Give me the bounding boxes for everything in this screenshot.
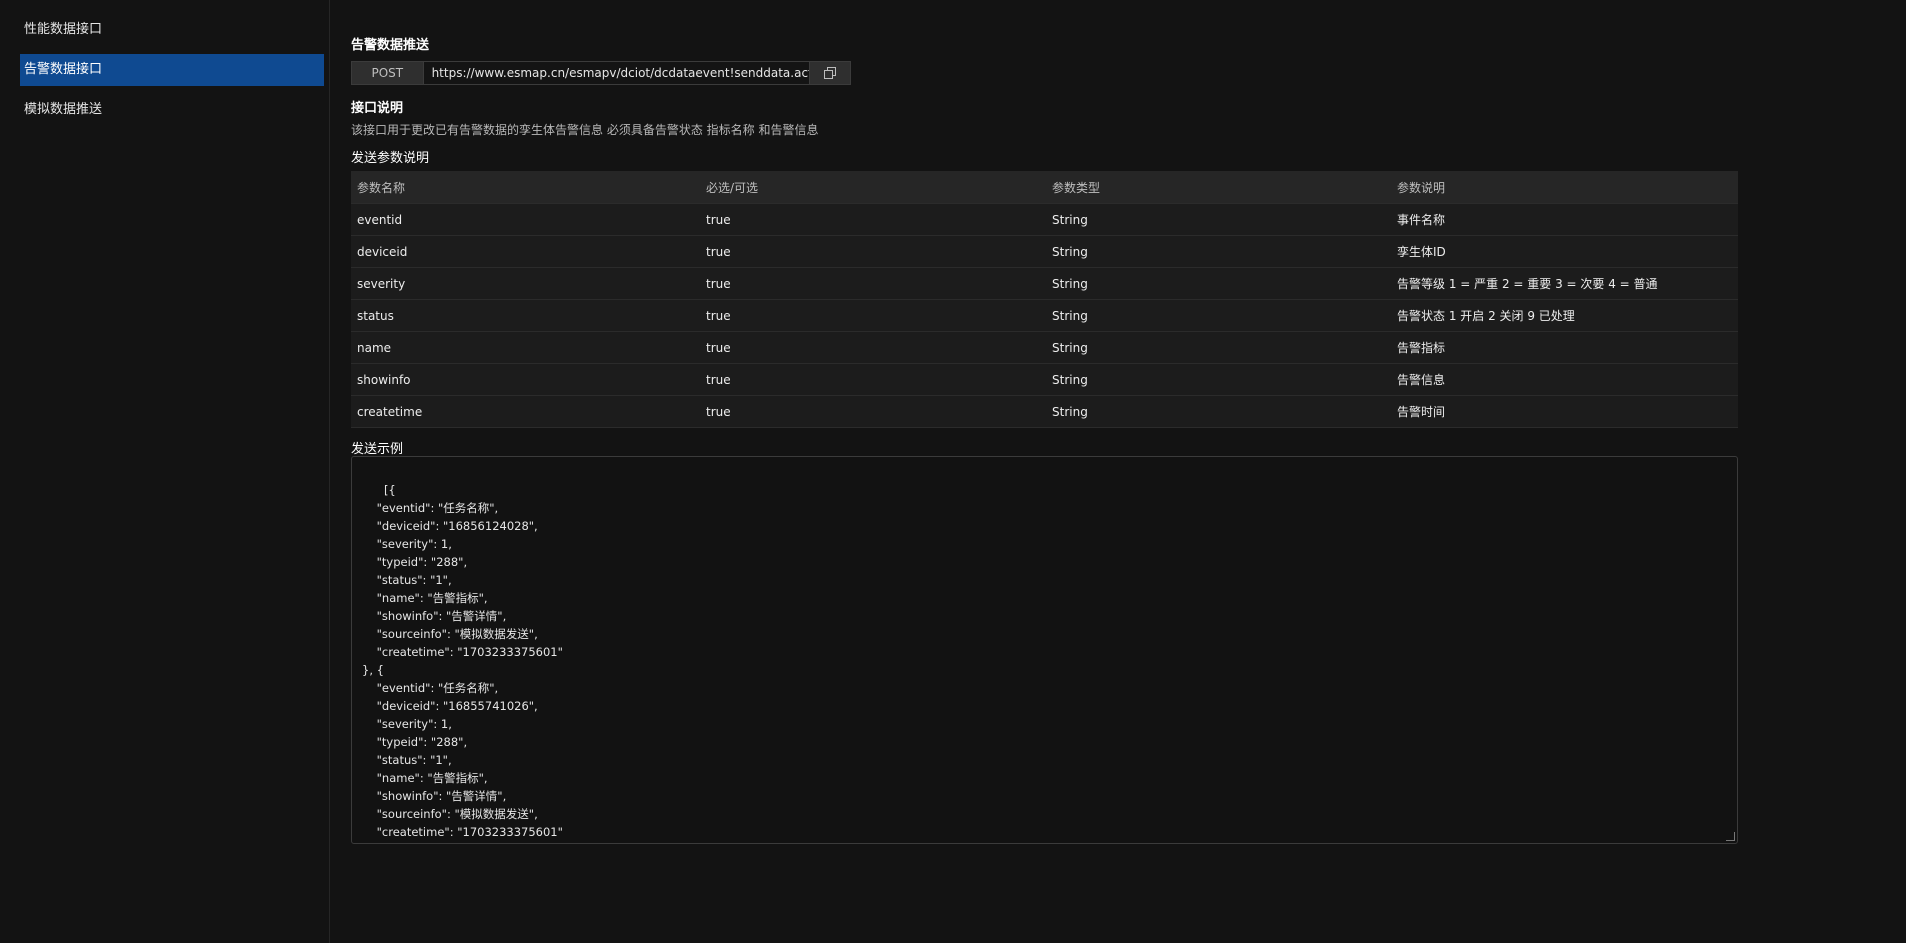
table-row: eventid true String 事件名称 [351,203,1738,236]
endpoint-url[interactable]: https://www.esmap.cn/esmapv/dciot/dcdata… [423,62,810,84]
cell-param-desc: 告警状态 1 开启 2 关闭 9 已处理 [1391,299,1738,332]
params-table: 参数名称 必选/可选 参数类型 参数说明 eventid true String… [351,171,1738,428]
header-param-desc: 参数说明 [1391,171,1738,204]
cell-param-type: String [1046,331,1391,364]
app-root: 性能数据接口 告警数据接口 模拟数据推送 告警数据推送 POST https:/… [0,0,1906,943]
http-method-badge: POST [352,62,424,84]
example-code-text: [{ "eventid": "任务名称", "deviceid": "16856… [362,483,563,839]
example-title: 发送示例 [351,442,404,457]
cell-required: true [700,299,1046,332]
table-row: showinfo true String 告警信息 [351,363,1738,396]
cell-required: true [700,235,1046,268]
example-code-textarea[interactable]: [{ "eventid": "任务名称", "deviceid": "16856… [351,456,1738,844]
cell-required: true [700,395,1046,428]
params-title: 发送参数说明 [351,151,430,166]
sidebar-item-performance-api[interactable]: 性能数据接口 [20,14,324,46]
table-header-row: 参数名称 必选/可选 参数类型 参数说明 [351,171,1738,204]
cell-param-type: String [1046,363,1391,396]
cell-required: true [700,267,1046,300]
cell-param-type: String [1046,235,1391,268]
cell-param-name: name [351,331,700,364]
cell-param-desc: 告警等级 1 = 严重 2 = 重要 3 = 次要 4 = 普通 [1391,267,1738,300]
cell-param-desc: 告警信息 [1391,363,1738,396]
cell-param-type: String [1046,395,1391,428]
page-title: 告警数据推送 [351,38,430,53]
header-param-type: 参数类型 [1046,171,1391,204]
cell-param-desc: 事件名称 [1391,203,1738,236]
table-row: createtime true String 告警时间 [351,395,1738,428]
sidebar-item-mock-push[interactable]: 模拟数据推送 [20,94,324,126]
cell-required: true [700,203,1046,236]
cell-param-name: showinfo [351,363,700,396]
cell-param-desc: 告警时间 [1391,395,1738,428]
sidebar: 性能数据接口 告警数据接口 模拟数据推送 [0,0,330,943]
cell-param-desc: 告警指标 [1391,331,1738,364]
table-row: name true String 告警指标 [351,331,1738,364]
table-row: severity true String 告警等级 1 = 严重 2 = 重要 … [351,267,1738,300]
cell-param-type: String [1046,203,1391,236]
cell-required: true [700,363,1046,396]
cell-param-desc: 孪生体ID [1391,235,1738,268]
cell-param-type: String [1046,299,1391,332]
main-content: 告警数据推送 POST https://www.esmap.cn/esmapv/… [351,0,1741,943]
cell-param-name: eventid [351,203,700,236]
description-text: 该接口用于更改已有告警数据的孪生体告警信息 必须具备告警状态 指标名称 和告警信… [351,123,819,137]
endpoint-bar: POST https://www.esmap.cn/esmapv/dciot/d… [351,61,851,85]
cell-param-name: severity [351,267,700,300]
header-param-name: 参数名称 [351,171,700,204]
resize-handle-icon[interactable] [1726,832,1735,841]
cell-param-name: createtime [351,395,700,428]
copy-button[interactable] [809,62,850,84]
cell-param-name: status [351,299,700,332]
cell-required: true [700,331,1046,364]
header-required: 必选/可选 [700,171,1046,204]
sidebar-item-alarm-api[interactable]: 告警数据接口 [20,54,324,86]
copy-icon [824,64,837,83]
table-row: deviceid true String 孪生体ID [351,235,1738,268]
cell-param-type: String [1046,267,1391,300]
table-row: status true String 告警状态 1 开启 2 关闭 9 已处理 [351,299,1738,332]
cell-param-name: deviceid [351,235,700,268]
description-title: 接口说明 [351,101,404,116]
